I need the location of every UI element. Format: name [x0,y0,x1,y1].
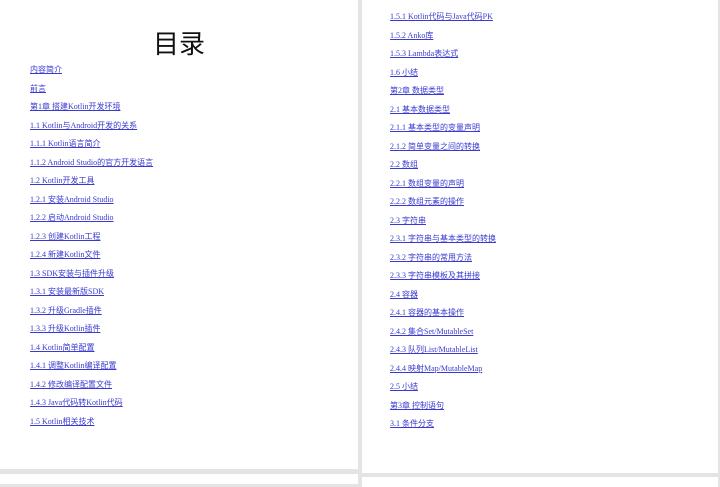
toc-link[interactable]: 1.2.4 新建Kotlin文件 [30,250,100,259]
toc-link[interactable]: 1.4 Kotlin简单配置 [30,343,94,352]
toc-link[interactable]: 前言 [30,84,46,93]
toc-entry: 2.3.1 字符串与基本类型的转换 [390,231,496,250]
toc-entry: 1.2.3 创建Kotlin工程 [30,229,153,248]
toc-link[interactable]: 2.3.3 字符串模板及其拼接 [390,271,480,280]
toc-entry: 2.3.3 字符串模板及其拼接 [390,268,496,287]
toc-link[interactable]: 1.4.3 Java代码转Kotlin代码 [30,398,123,407]
toc-link[interactable]: 2.4.4 映射Map/MutableMap [390,364,482,373]
toc-link[interactable]: 1.5.2 Anko库 [390,31,433,40]
toc-link[interactable]: 2.4.1 容器的基本操作 [390,308,464,317]
toc-entry: 2.2.1 数组变量的声明 [390,176,496,195]
toc-link[interactable]: 1.1.1 Kotlin语言简介 [30,139,100,148]
toc-entry: 内容简介 [30,62,153,81]
toc-link[interactable]: 1.5.1 Kotlin代码与Java代码PK [390,12,493,21]
toc-entry: 1.3.2 升级Gradle插件 [30,303,153,322]
toc-link[interactable]: 1.3.2 升级Gradle插件 [30,306,102,315]
toc-entry: 2.4.1 容器的基本操作 [390,305,496,324]
toc-entry: 第2章 数据类型 [390,83,496,102]
toc-entry: 2.4 容器 [390,287,496,306]
toc-list-right: 1.5.1 Kotlin代码与Java代码PK 1.5.2 Anko库 1.5.3 … [390,9,496,435]
toc-title: 目录 [152,30,205,59]
toc-entry: 1.2.1 安装Android Studio [30,192,153,211]
toc-entry: 1.3.1 安装最新版SDK [30,284,153,303]
toc-entry: 1.5.1 Kotlin代码与Java代码PK [390,9,496,28]
toc-link[interactable]: 2.4.3 队列List/MutableList [390,345,478,354]
toc-entry: 1.4.2 修改编译配置文件 [30,377,153,396]
toc-entry: 1.5.3 Lambda表达式 [390,46,496,65]
toc-entry: 2.4.2 集合Set/MutableSet [390,324,496,343]
toc-entry: 1.3.3 升级Kotlin插件 [30,321,153,340]
toc-link[interactable]: 1.4.2 修改编译配置文件 [30,380,112,389]
toc-entry: 1.3 SDK安装与插件升级 [30,266,153,285]
toc-entry: 1.1.2 Android Studio的官方开发语言 [30,155,153,174]
toc-link[interactable]: 2.5 小结 [390,382,418,391]
toc-entry: 1.6 小结 [390,65,496,84]
next-page-right [362,477,718,487]
toc-link[interactable]: 1.2.2 启动Android Studio [30,213,114,222]
toc-entry: 1.5.2 Anko库 [390,28,496,47]
toc-link[interactable]: 2.2.1 数组变量的声明 [390,179,464,188]
toc-entry: 1.4 Kotlin简单配置 [30,340,153,359]
toc-entry: 2.3 字符串 [390,213,496,232]
toc-link[interactable]: 2.1.1 基本类型的变量声明 [390,123,480,132]
toc-link[interactable]: 1.5.3 Lambda表达式 [390,49,458,58]
toc-entry: 3.1 条件分支 [390,416,496,435]
toc-entry: 2.3.2 字符串的常用方法 [390,250,496,269]
toc-entry: 2.1 基本数据类型 [390,102,496,121]
toc-link[interactable]: 1.4.1 调整Kotlin编译配置 [30,361,116,370]
toc-link[interactable]: 1.3 SDK安装与插件升级 [30,269,114,278]
toc-link[interactable]: 2.1 基本数据类型 [390,105,450,114]
toc-entry: 1.2 Kotlin开发工具 [30,173,153,192]
toc-entry: 2.4.3 队列List/MutableList [390,342,496,361]
toc-entry: 2.2.2 数组元素的操作 [390,194,496,213]
toc-link[interactable]: 2.2 数组 [390,160,418,169]
toc-entry: 2.4.4 映射Map/MutableMap [390,361,496,380]
toc-entry: 1.4.1 调整Kotlin编译配置 [30,358,153,377]
toc-entry: 1.2.4 新建Kotlin文件 [30,247,153,266]
toc-entry: 2.2 数组 [390,157,496,176]
toc-list-left: 内容简介前言第1章 搭建Kotlin开发环境 1.1 Kotlin与Android… [30,62,153,432]
toc-link[interactable]: 2.3.2 字符串的常用方法 [390,253,472,262]
toc-entry: 2.1.2 简单变量之间的转换 [390,139,496,158]
toc-link[interactable]: 1.2.1 安装Android Studio [30,195,114,204]
toc-link[interactable]: 2.4.2 集合Set/MutableSet [390,327,473,336]
toc-link[interactable]: 3.1 条件分支 [390,419,434,428]
toc-entry: 第1章 搭建Kotlin开发环境 [30,99,153,118]
toc-link[interactable]: 内容简介 [30,65,62,74]
document-page-right: 1.5.1 Kotlin代码与Java代码PK 1.5.2 Anko库 1.5.3 … [362,0,718,473]
toc-entry: 第3章 控制语句 [390,398,496,417]
toc-link[interactable]: 1.3.3 升级Kotlin插件 [30,324,100,333]
toc-link[interactable]: 1.6 小结 [390,68,418,77]
toc-entry: 1.5 Kotlin相关技术 [30,414,153,433]
toc-link[interactable]: 1.1.2 Android Studio的官方开发语言 [30,158,153,167]
next-page-left [0,474,358,484]
toc-link[interactable]: 1.5 Kotlin相关技术 [30,417,94,426]
toc-link[interactable]: 1.1 Kotlin与Android开发的关系 [30,121,137,130]
toc-entry: 2.1.1 基本类型的变量声明 [390,120,496,139]
toc-link[interactable]: 2.4 容器 [390,290,418,299]
toc-link[interactable]: 2.1.2 简单变量之间的转换 [390,142,480,151]
toc-link[interactable]: 第1章 搭建Kotlin开发环境 [30,102,120,111]
toc-entry: 前言 [30,81,153,100]
toc-link[interactable]: 1.2 Kotlin开发工具 [30,176,94,185]
toc-entry: 2.5 小结 [390,379,496,398]
toc-link[interactable]: 2.3.1 字符串与基本类型的转换 [390,234,496,243]
toc-link[interactable]: 1.3.1 安装最新版SDK [30,287,104,296]
toc-link[interactable]: 第2章 数据类型 [390,86,444,95]
toc-link[interactable]: 2.3 字符串 [390,216,426,225]
toc-link[interactable]: 2.2.2 数组元素的操作 [390,197,464,206]
document-page-left: 目录 内容简介前言第1章 搭建Kotlin开发环境 1.1 Kotlin与Andr… [0,0,358,469]
toc-entry: 1.1 Kotlin与Android开发的关系 [30,118,153,137]
toc-entry: 1.2.2 启动Android Studio [30,210,153,229]
toc-entry: 1.1.1 Kotlin语言简介 [30,136,153,155]
toc-link[interactable]: 1.2.3 创建Kotlin工程 [30,232,100,241]
toc-link[interactable]: 第3章 控制语句 [390,401,444,410]
toc-entry: 1.4.3 Java代码转Kotlin代码 [30,395,153,414]
